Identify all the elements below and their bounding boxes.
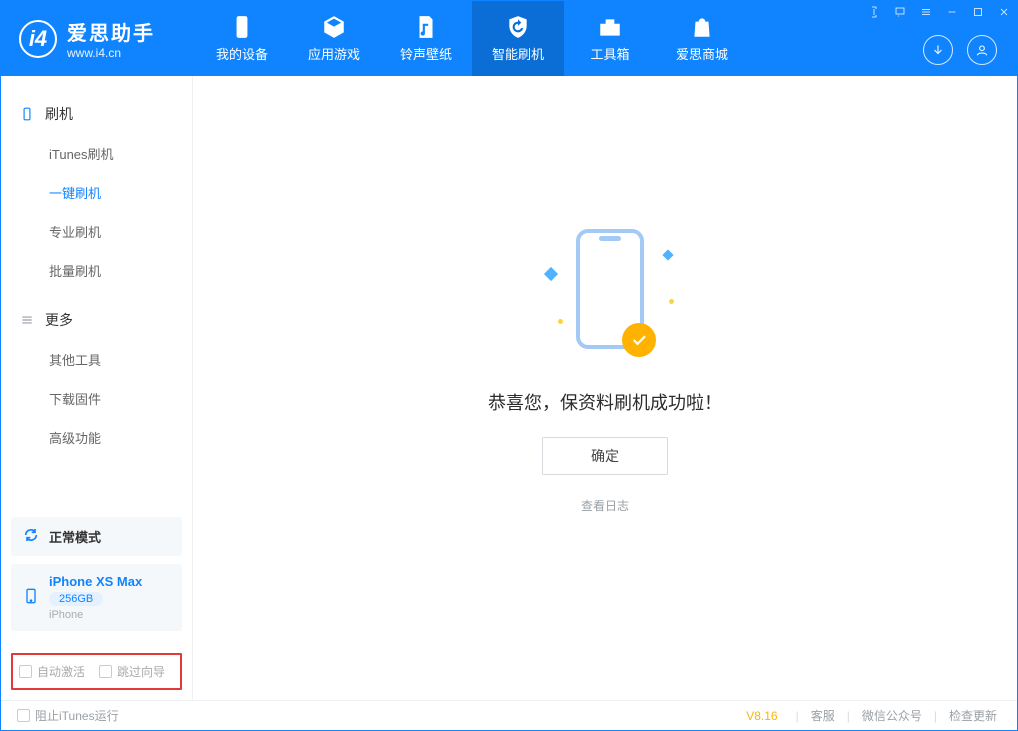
- nav-label: 铃声壁纸: [400, 44, 452, 63]
- nav-label: 工具箱: [590, 44, 629, 63]
- flash-options-highlight: 自动激活 跳过向导: [11, 653, 182, 690]
- checkbox-icon: [17, 709, 30, 722]
- success-message: 恭喜您，保资料刷机成功啦！: [488, 389, 722, 415]
- group-title: 刷机: [45, 104, 73, 124]
- nav-smart-flash[interactable]: 智能刷机: [472, 1, 564, 76]
- block-itunes-checkbox[interactable]: 阻止iTunes运行: [17, 707, 119, 724]
- mode-card[interactable]: 正常模式: [11, 517, 182, 556]
- group-title: 更多: [45, 310, 73, 330]
- nav-label: 爱思商城: [676, 44, 728, 63]
- top-nav: 我的设备 应用游戏 铃声壁纸 智能刷机 工具箱: [196, 1, 907, 76]
- sidebar-item-itunes-flash[interactable]: iTunes刷机: [1, 134, 192, 173]
- download-button[interactable]: [923, 35, 953, 65]
- checkbox-icon: [99, 665, 112, 678]
- nav-apps-games[interactable]: 应用游戏: [288, 1, 380, 76]
- view-log-link[interactable]: 查看日志: [581, 497, 629, 514]
- checkbox-label: 跳过向导: [117, 663, 165, 680]
- close-button[interactable]: [991, 1, 1017, 23]
- device-card[interactable]: iPhone XS Max 256GB iPhone: [11, 564, 182, 631]
- sidebar-item-download-firmware[interactable]: 下载固件: [1, 379, 192, 418]
- success-illustration: [530, 227, 680, 367]
- menu-icon[interactable]: [913, 1, 939, 23]
- nav-label: 我的设备: [216, 44, 268, 63]
- brand-site: www.i4.cn: [67, 46, 155, 60]
- checkbox-label: 自动激活: [37, 663, 85, 680]
- flash-result: 恭喜您，保资料刷机成功啦！ 确定 查看日志: [488, 227, 722, 514]
- status-bar: 阻止iTunes运行 V8.16 | 客服 | 微信公众号 | 检查更新: [1, 700, 1017, 730]
- toolbox-icon: [596, 14, 624, 40]
- mode-label: 正常模式: [49, 527, 101, 546]
- skip-guide-checkbox[interactable]: 跳过向导: [99, 663, 165, 680]
- check-update-link[interactable]: 检查更新: [945, 707, 1001, 724]
- nav-my-device[interactable]: 我的设备: [196, 1, 288, 76]
- main-content: 恭喜您，保资料刷机成功啦！ 确定 查看日志: [193, 76, 1017, 700]
- nav-toolbox[interactable]: 工具箱: [564, 1, 656, 76]
- sidebar-item-one-click-flash[interactable]: 一键刷机: [1, 173, 192, 212]
- feedback-icon[interactable]: [887, 1, 913, 23]
- app-body: 刷机 iTunes刷机 一键刷机 专业刷机 批量刷机 更多 其他工具 下载固件 …: [1, 76, 1017, 700]
- nav-store[interactable]: 爱思商城: [656, 1, 748, 76]
- app-header: i4 爱思助手 www.i4.cn 我的设备 应用游戏 铃声壁纸: [1, 1, 1017, 76]
- sidebar-item-advanced[interactable]: 高级功能: [1, 418, 192, 457]
- refresh-icon: [23, 527, 39, 546]
- version-label: V8.16: [746, 709, 777, 723]
- auto-activate-checkbox[interactable]: 自动激活: [19, 663, 85, 680]
- sidebar: 刷机 iTunes刷机 一键刷机 专业刷机 批量刷机 更多 其他工具 下载固件 …: [1, 76, 193, 700]
- brand-mark-icon: i4: [19, 20, 57, 58]
- brand-name: 爱思助手: [67, 17, 155, 46]
- brand-logo: i4 爱思助手 www.i4.cn: [1, 1, 186, 76]
- phone-icon: [19, 106, 35, 122]
- nav-label: 应用游戏: [308, 44, 360, 63]
- confirm-button[interactable]: 确定: [542, 437, 668, 475]
- device-name: iPhone XS Max: [49, 574, 142, 589]
- device-kind: iPhone: [49, 609, 142, 621]
- phone-icon: [23, 586, 39, 609]
- sidebar-group-more[interactable]: 更多: [1, 300, 192, 340]
- maximize-button[interactable]: [965, 1, 991, 23]
- window-titlebar: [861, 1, 1017, 23]
- cube-icon: [320, 14, 348, 40]
- device-icon: [228, 14, 256, 40]
- nav-ringtone-wallpaper[interactable]: 铃声壁纸: [380, 1, 472, 76]
- minimize-button[interactable]: [939, 1, 965, 23]
- share-icon[interactable]: [861, 1, 887, 23]
- check-icon: [622, 323, 656, 357]
- sidebar-item-pro-flash[interactable]: 专业刷机: [1, 212, 192, 251]
- sidebar-group-flash[interactable]: 刷机: [1, 94, 192, 134]
- wechat-link[interactable]: 微信公众号: [858, 707, 926, 724]
- music-file-icon: [412, 14, 440, 40]
- device-capacity: 256GB: [49, 592, 103, 606]
- sidebar-item-other-tools[interactable]: 其他工具: [1, 340, 192, 379]
- shield-refresh-icon: [504, 14, 532, 40]
- customer-service-link[interactable]: 客服: [807, 707, 839, 724]
- checkbox-label: 阻止iTunes运行: [35, 707, 119, 724]
- checkbox-icon: [19, 665, 32, 678]
- list-icon: [19, 312, 35, 328]
- account-button[interactable]: [967, 35, 997, 65]
- nav-label: 智能刷机: [492, 44, 544, 63]
- shopping-bag-icon: [688, 14, 716, 40]
- sidebar-item-batch-flash[interactable]: 批量刷机: [1, 251, 192, 290]
